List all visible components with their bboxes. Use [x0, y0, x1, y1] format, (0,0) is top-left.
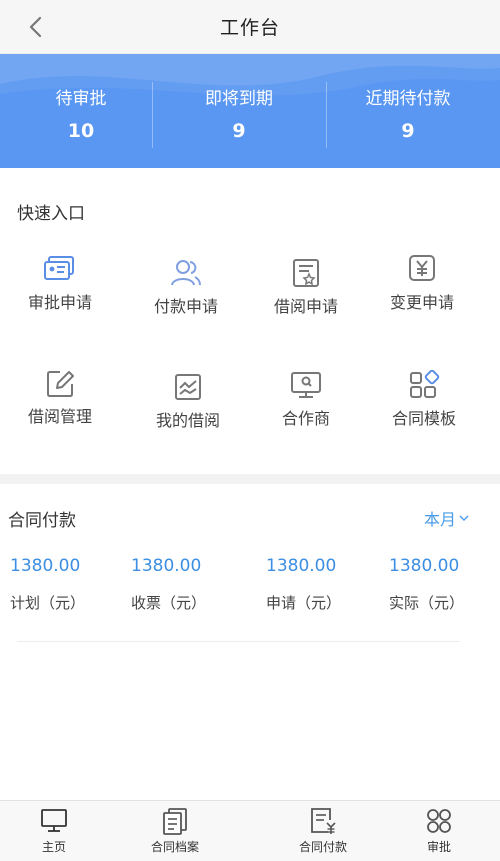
apps-icon: [410, 370, 440, 398]
divider: [17, 641, 460, 642]
tab-contract-archive[interactable]: 合同档案: [135, 807, 215, 859]
tab-label: 合同档案: [150, 840, 199, 854]
id-card-icon: [44, 256, 74, 280]
tab-contract-payment[interactable]: 合同付款: [283, 807, 363, 859]
stats-banner: 待审批 10 即将到期 9 近期待付款 9: [0, 54, 500, 168]
stat-expiring-soon[interactable]: 即将到期 9: [162, 54, 316, 168]
payment-invoiced[interactable]: 1380.00 收票（元）: [131, 556, 206, 613]
four-circles-icon: [427, 809, 451, 833]
stat-upcoming-payment[interactable]: 近期待付款 9: [316, 54, 500, 168]
payment-value: 1380.00: [10, 556, 81, 576]
back-button[interactable]: [22, 12, 50, 42]
quick-item-label: 合同模板: [391, 409, 456, 428]
quick-entry-section: 快速入口 审批申请 付款申请 借阅申请 变更申请 借阅管理 我的借阅 合作商 合…: [0, 168, 500, 474]
quick-item-label: 合作商: [281, 409, 330, 428]
period-dropdown[interactable]: 本月: [424, 506, 470, 530]
users-icon: [171, 260, 201, 286]
period-label: 本月: [424, 510, 457, 529]
quick-item-label: 我的借阅: [155, 411, 220, 430]
payment-requested[interactable]: 1380.00 申请（元）: [266, 556, 341, 613]
top-bar: 工作台: [0, 0, 500, 54]
tab-label: 合同付款: [298, 840, 347, 854]
bottom-tab-bar: 主页 合同档案 合同付款 审批: [0, 800, 500, 861]
stat-divider: [326, 82, 327, 148]
edit-icon: [47, 371, 74, 397]
quick-item-label: 审批申请: [27, 293, 92, 312]
payment-label: 计划（元）: [10, 594, 86, 612]
quick-item-contract-templates[interactable]: 合同模板: [364, 370, 484, 440]
section-title: 合同付款: [8, 511, 76, 531]
quick-item-borrow-request[interactable]: 借阅申请: [246, 258, 366, 328]
payment-label: 收票（元）: [131, 594, 207, 612]
monitor-icon: [291, 372, 321, 398]
payment-label: 实际（元）: [389, 594, 465, 612]
tab-label: 主页: [41, 840, 66, 854]
invoice-yen-icon: [311, 808, 336, 834]
files-icon: [163, 808, 187, 835]
payment-label: 申请（元）: [266, 594, 342, 612]
tab-label: 审批: [426, 840, 451, 854]
payment-value: 1380.00: [131, 556, 202, 576]
chart-icon: [175, 374, 201, 400]
quick-item-change-request[interactable]: 变更申请: [362, 254, 482, 324]
chevron-down-icon: [459, 515, 469, 521]
contract-payment-section: 合同付款 本月 1380.00 计划（元） 1380.00 收票（元） 1380…: [0, 484, 500, 800]
quick-item-approval-request[interactable]: 审批申请: [0, 254, 120, 324]
payment-planned[interactable]: 1380.00 计划（元）: [10, 556, 85, 613]
stat-value: 9: [401, 120, 415, 142]
stat-label: 即将到期: [205, 89, 273, 109]
tab-approval[interactable]: 审批: [399, 807, 479, 859]
stat-divider: [152, 82, 153, 148]
quick-item-label: 借阅管理: [27, 407, 92, 426]
quick-item-borrow-management[interactable]: 借阅管理: [0, 368, 120, 438]
tab-home[interactable]: 主页: [14, 807, 94, 859]
quick-item-label: 变更申请: [389, 293, 454, 312]
stat-value: 9: [232, 120, 246, 142]
stat-pending-approval[interactable]: 待审批 10: [0, 54, 162, 168]
stat-value: 10: [67, 120, 95, 142]
payment-actual[interactable]: 1380.00 实际（元）: [389, 556, 464, 613]
page-title: 工作台: [219, 17, 280, 39]
yen-box-icon: [409, 255, 435, 281]
quick-item-my-borrowing[interactable]: 我的借阅: [128, 372, 248, 442]
stat-label: 近期待付款: [365, 89, 451, 109]
payment-value: 1380.00: [266, 556, 337, 576]
quick-item-partners[interactable]: 合作商: [246, 370, 366, 440]
quick-item-payment-request[interactable]: 付款申请: [126, 258, 246, 328]
payment-value: 1380.00: [389, 556, 460, 576]
section-title: 快速入口: [17, 204, 85, 224]
quick-item-label: 付款申请: [153, 297, 218, 316]
chevron-left-icon: [29, 16, 42, 38]
document-star-icon: [293, 259, 319, 287]
monitor-icon: [41, 809, 67, 832]
stat-label: 待审批: [55, 89, 107, 109]
quick-item-label: 借阅申请: [273, 297, 338, 316]
section-separator: [0, 474, 500, 484]
